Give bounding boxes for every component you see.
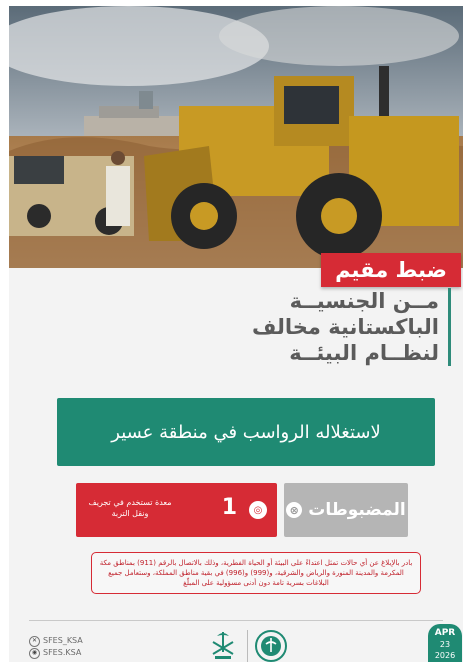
- seized-label-box: المضبوطات ⊗: [284, 483, 408, 537]
- bulldozer-photo: [9, 6, 463, 268]
- snapchat-handle-text: SFES.KSA: [43, 648, 82, 657]
- report-notice: بادر بالإبلاغ عن أي حالات تمثل اعتداءً ع…: [91, 552, 421, 594]
- saudi-emblem-icon: [212, 632, 234, 659]
- region-banner: لاستغلاله الرواسب في منطقة عسير: [57, 398, 435, 466]
- arrest-tag: ضبط مقيم: [321, 253, 461, 287]
- headline-line-2: الباكستانية مخالف: [251, 315, 439, 339]
- date-month: APR: [434, 628, 456, 638]
- environment-security-logo: [255, 630, 287, 662]
- snapchat-handle[interactable]: ◉ SFES.KSA: [29, 647, 83, 659]
- x-handle[interactable]: ✕ SFES_KSA: [29, 635, 83, 647]
- date-badge: APR 23 2026: [428, 624, 462, 662]
- date-year: 2026: [434, 651, 456, 660]
- headline-line-1: مــن الجنسيــة: [289, 289, 439, 313]
- loader-icon: ◎: [249, 501, 267, 519]
- x-handle-text: SFES_KSA: [43, 636, 83, 645]
- seized-stat-box: ◎ 1 معدة تستخدم في تجريف ونقل التربة: [76, 483, 277, 537]
- post-frame: ضبط مقيم مــن الجنسيــة الباكستانية مخال…: [9, 6, 463, 662]
- seized-label: المضبوطات: [308, 500, 406, 520]
- social-handles: ✕ SFES_KSA ◉ SFES.KSA: [29, 635, 83, 659]
- seized-count: 1: [221, 495, 237, 520]
- date-day: 23: [439, 640, 451, 649]
- logo-separator: [247, 630, 248, 662]
- snapchat-icon: ◉: [29, 647, 40, 659]
- seized-description: معدة تستخدم في تجريف ونقل التربة: [88, 498, 172, 518]
- headline: مــن الجنسيــة الباكستانية مخالف لنظــام…: [219, 288, 451, 366]
- footer-divider: [29, 620, 443, 621]
- headline-line-3: لنظــام البيئــة: [289, 341, 439, 365]
- x-icon: ✕: [29, 635, 40, 647]
- post-page: ضبط مقيم مــن الجنسيــة الباكستانية مخال…: [0, 0, 472, 668]
- handcuffs-icon: ⊗: [286, 502, 303, 518]
